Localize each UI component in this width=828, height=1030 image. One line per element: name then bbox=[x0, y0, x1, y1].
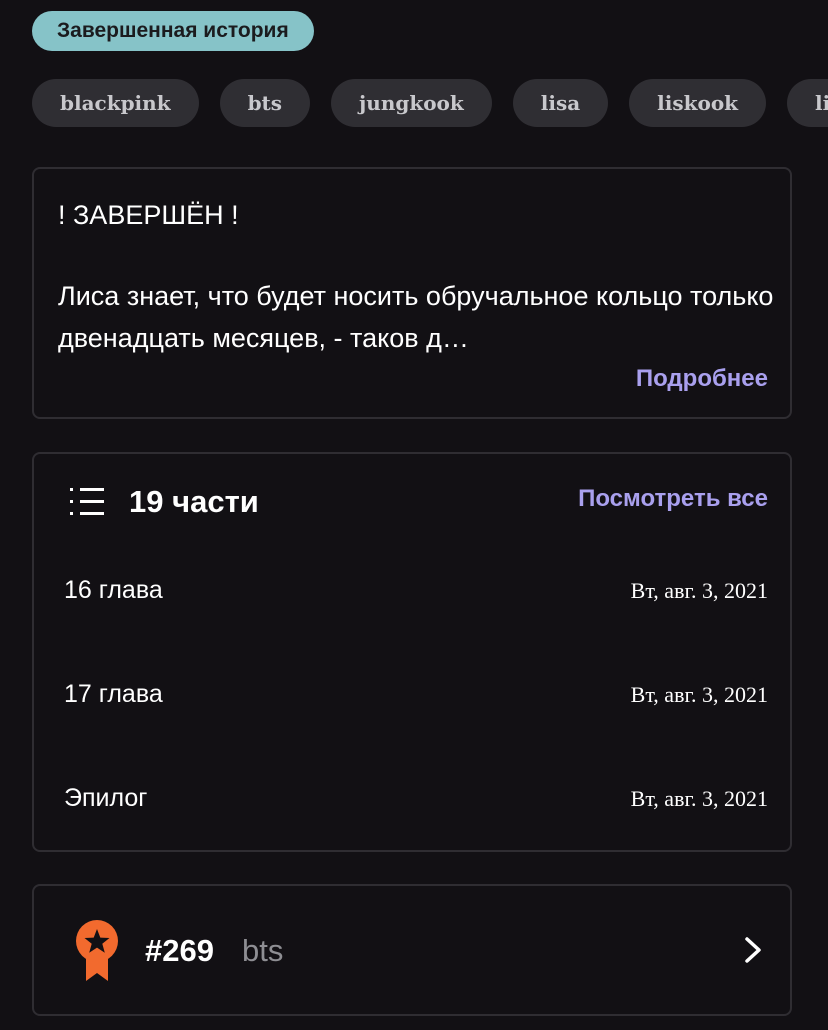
tags-row: blackpink bts jungkook lisa liskook lizkook bbox=[32, 79, 828, 128]
chapter-title: Эпилог bbox=[64, 784, 148, 812]
status-badge: Завершенная история bbox=[32, 11, 314, 51]
rank-tag: bts bbox=[242, 933, 284, 968]
description-text: Лиса знает, что будет носить обручальное… bbox=[58, 281, 774, 353]
ranking-ribbon-icon bbox=[76, 920, 118, 981]
ranking-card[interactable]: #269 bts bbox=[32, 884, 792, 1016]
parts-card: 19 части Посмотреть все 16 глава Вт, авг… bbox=[32, 452, 792, 852]
view-all-link[interactable]: Посмотреть все bbox=[578, 482, 768, 516]
tag-blackpink[interactable]: blackpink bbox=[32, 79, 199, 127]
chapter-row[interactable]: 16 глава Вт, авг. 3, 2021 bbox=[34, 566, 790, 626]
chapter-date: Вт, авг. 3, 2021 bbox=[630, 578, 768, 603]
rank-number: #269 bbox=[145, 933, 214, 968]
tag-lizkook[interactable]: lizkook bbox=[787, 79, 828, 127]
chapter-title: 17 глава bbox=[64, 680, 163, 708]
chapter-row[interactable]: Эпилог Вт, авг. 3, 2021 bbox=[34, 774, 790, 834]
chevron-right-icon bbox=[745, 937, 761, 963]
chapter-date: Вт, авг. 3, 2021 bbox=[630, 682, 768, 707]
tag-bts[interactable]: bts bbox=[219, 79, 311, 127]
description-heading: ! ЗАВЕРШЁН ! bbox=[58, 200, 239, 230]
tag-liskook[interactable]: liskook bbox=[629, 79, 767, 127]
read-more-link[interactable]: Подробнее bbox=[636, 365, 768, 393]
chapter-row[interactable]: 17 глава Вт, авг. 3, 2021 bbox=[34, 670, 790, 730]
parts-count: 19 части bbox=[129, 484, 259, 519]
description-card: ! ЗАВЕРШЁН ! Лиса знает, что будет носит… bbox=[32, 167, 792, 419]
chapter-title: 16 глава bbox=[64, 576, 163, 604]
tag-jungkook[interactable]: jungkook bbox=[331, 79, 492, 127]
list-icon bbox=[70, 488, 104, 515]
tag-lisa[interactable]: lisa bbox=[512, 79, 609, 127]
chapter-date: Вт, авг. 3, 2021 bbox=[630, 786, 768, 811]
